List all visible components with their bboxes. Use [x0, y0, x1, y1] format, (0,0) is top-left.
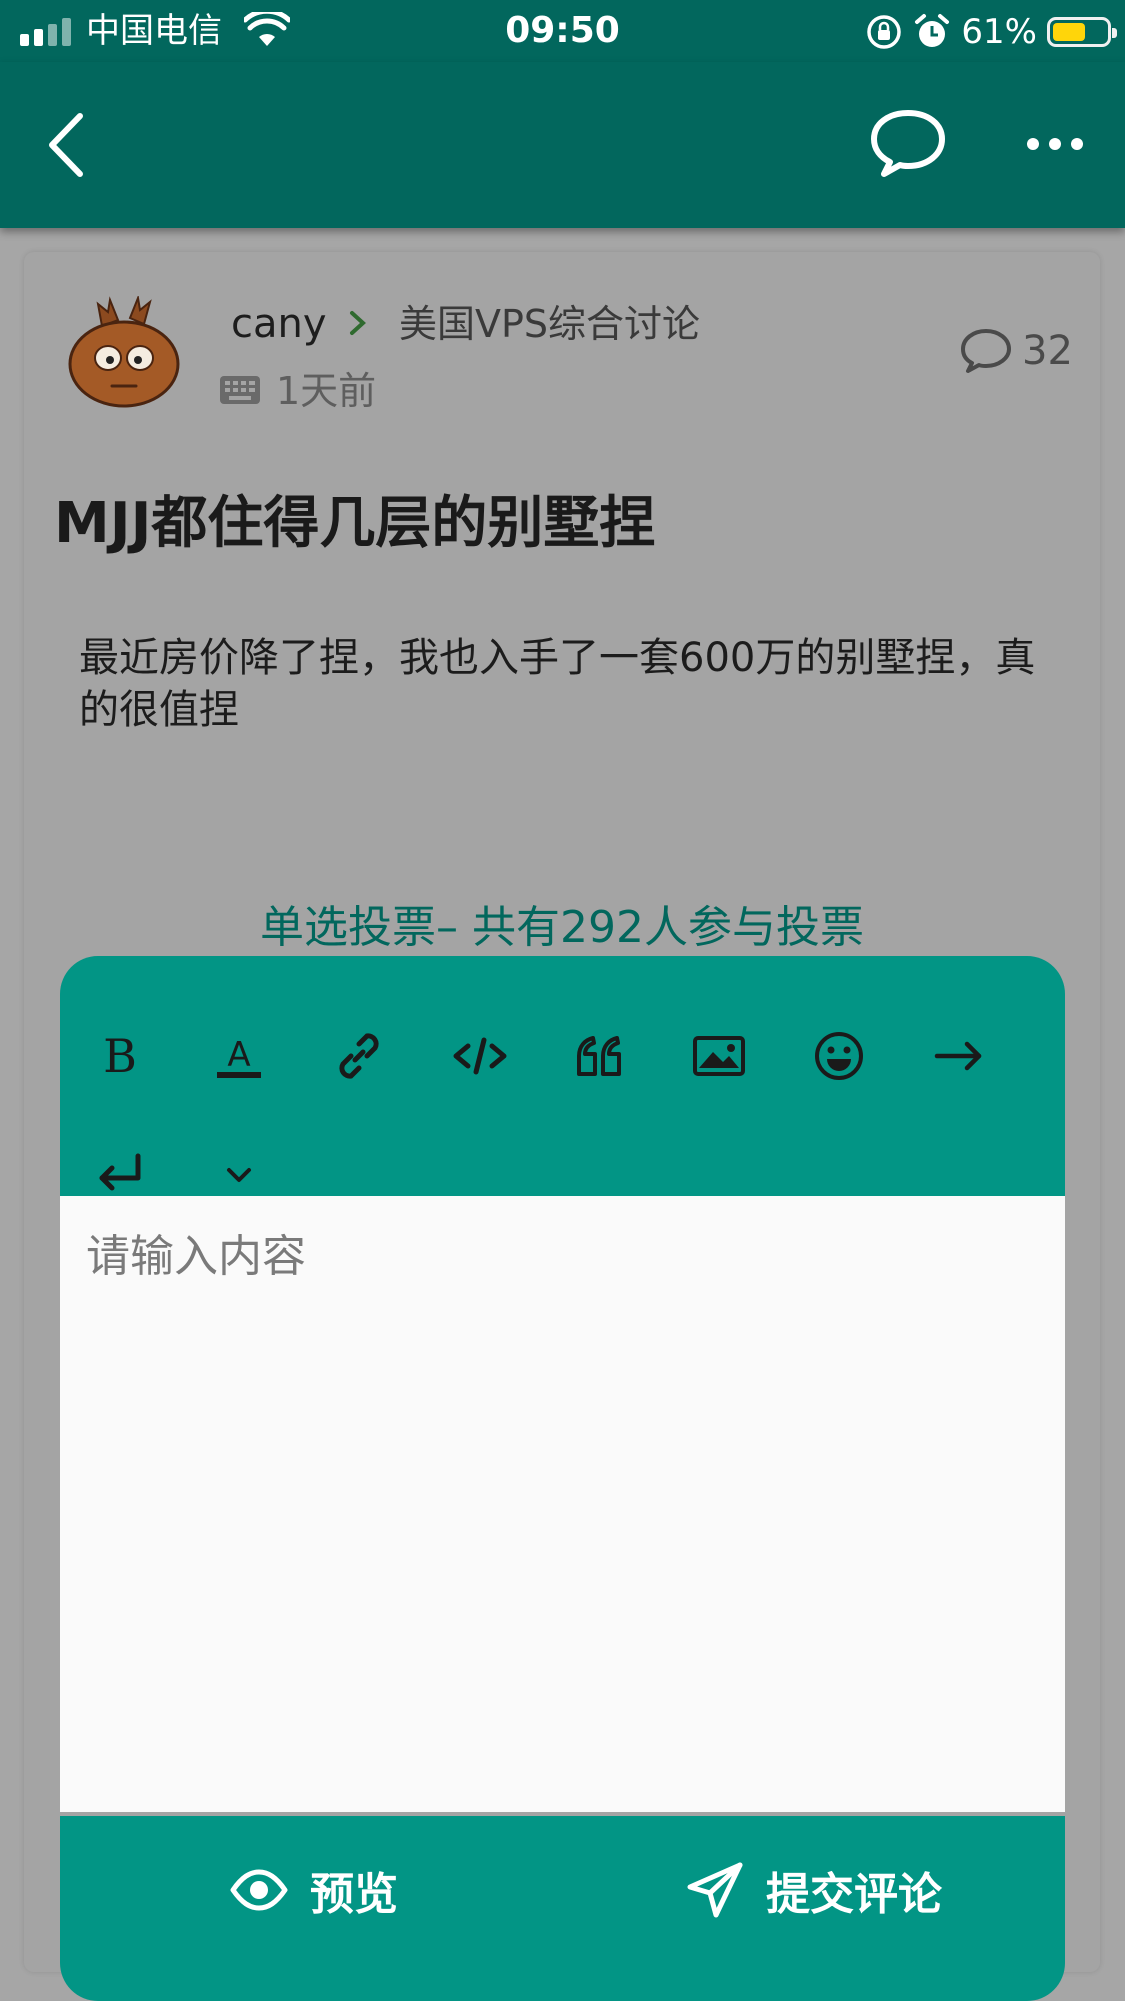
comment-icon [961, 329, 1011, 373]
image-button[interactable] [679, 1016, 759, 1096]
emoji-button[interactable] [799, 1016, 879, 1096]
image-icon [693, 1036, 745, 1076]
bold-button[interactable]: B [80, 1016, 160, 1096]
preview-label: 预览 [310, 1869, 398, 1920]
eye-icon [230, 1869, 288, 1911]
indent-button[interactable] [919, 1016, 999, 1096]
emoji-icon [815, 1032, 863, 1080]
battery-percent: 61% [961, 12, 1037, 52]
editor-footer: 预览 提交评论 [60, 1816, 1065, 2001]
return-icon [99, 1153, 141, 1191]
chat-bubble-icon[interactable] [868, 108, 948, 178]
link-icon [339, 1033, 379, 1079]
text-color-icon: A [217, 1035, 261, 1078]
preview-button[interactable]: 预览 [230, 1854, 398, 1926]
bold-icon: B [103, 1029, 137, 1083]
quote-icon [577, 1036, 621, 1076]
link-button[interactable] [319, 1016, 399, 1096]
poll-title: 单选投票– 共有292人参与投票 [260, 902, 864, 953]
quote-button[interactable] [559, 1016, 639, 1096]
comment-count: 32 [1022, 328, 1073, 374]
post-author[interactable]: cany [231, 298, 327, 350]
rotation-lock-icon [867, 15, 902, 49]
avatar[interactable] [64, 296, 184, 408]
comment-editor: B A 请输入内容 预览 提交评论 [60, 956, 1065, 2001]
post-time: 1天前 [276, 369, 377, 413]
alarm-icon [915, 14, 950, 47]
code-button[interactable] [440, 1016, 520, 1096]
back-icon[interactable] [42, 108, 92, 182]
post-category[interactable]: 美国VPS综合讨论 [399, 298, 700, 350]
status-bar: 中国电信 09:50 61% [0, 0, 1125, 62]
comment-input[interactable] [60, 1196, 1065, 1812]
app-bar [0, 62, 1125, 228]
svg-text:B: B [103, 1029, 137, 1083]
editor-toolbar: B A [60, 956, 1065, 1196]
svg-text:A: A [227, 1035, 250, 1075]
arrow-right-icon [934, 1041, 982, 1071]
post-title: MJJ都住得几层的别墅捏 [54, 491, 656, 556]
post-body: 最近房价降了捏，我也入手了一套600万的别墅捏，真的很值捏 [79, 635, 1036, 733]
send-icon [687, 1862, 743, 1918]
submit-label: 提交评论 [766, 1869, 942, 1920]
text-color-button[interactable]: A [199, 1016, 279, 1096]
more-icon[interactable] [1025, 134, 1085, 154]
chevron-down-icon [227, 1168, 251, 1182]
keyboard-icon [220, 376, 260, 404]
code-icon [453, 1037, 507, 1075]
battery-level [1053, 23, 1085, 41]
battery-icon [1047, 17, 1117, 47]
chevron-right-icon [350, 311, 366, 335]
submit-comment-button[interactable]: 提交评论 [686, 1854, 942, 1926]
